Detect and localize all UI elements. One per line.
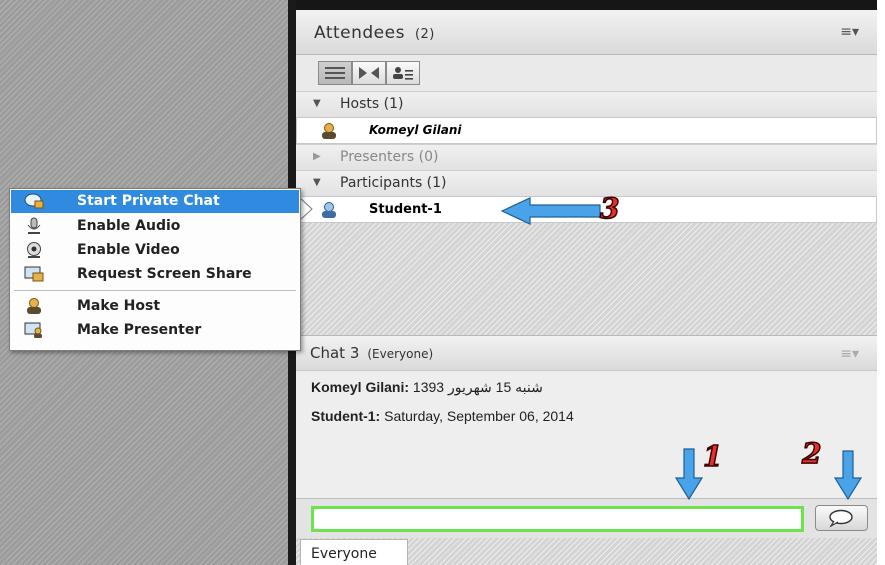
chat-message-text: شنبه 15 شهریور 1393 bbox=[412, 379, 543, 395]
menu-item-request-screen-share[interactable]: Request Screen Share bbox=[11, 263, 299, 286]
annotation-number-3: 3 bbox=[599, 191, 620, 226]
chat-message-area: Komeyl Gilani: شنبه 15 شهریور 1393 Stude… bbox=[296, 371, 877, 498]
menu-item-label: Enable Audio bbox=[77, 218, 181, 234]
chat-message: Student-1: Saturday, September 06, 2014 bbox=[311, 408, 574, 424]
microphone-icon bbox=[27, 217, 41, 234]
chat-message-sender: Student-1: bbox=[311, 408, 381, 424]
left-arrow-icon bbox=[500, 197, 601, 225]
screen-share-icon bbox=[24, 266, 44, 282]
tab-everyone[interactable]: Everyone bbox=[300, 539, 408, 565]
expanded-triangle-icon: ▼ bbox=[313, 177, 321, 188]
send-message-button[interactable] bbox=[815, 505, 868, 531]
annotation-number-1: 1 bbox=[702, 439, 723, 474]
menu-item-make-host[interactable]: Make Host bbox=[11, 295, 299, 318]
attendee-options-button[interactable] bbox=[386, 61, 420, 85]
menu-item-label: Make Presenter bbox=[77, 322, 202, 338]
hosts-group-row[interactable]: ▼ Hosts (1) bbox=[296, 91, 877, 117]
annotation-number-2: 2 bbox=[801, 436, 822, 471]
list-view-icon bbox=[325, 67, 345, 79]
status-view-button[interactable] bbox=[352, 61, 386, 85]
menu-item-label: Enable Video bbox=[77, 242, 180, 258]
list-view-button[interactable] bbox=[318, 61, 352, 85]
menu-item-enable-audio[interactable]: Enable Audio bbox=[11, 215, 299, 238]
menu-separator bbox=[14, 290, 296, 291]
participant-icon bbox=[322, 202, 336, 218]
collapsed-triangle-icon: ▶ bbox=[313, 151, 321, 162]
pod-options-menu-icon[interactable]: ≡▾ bbox=[840, 24, 859, 40]
chat-message: Komeyl Gilani: شنبه 15 شهریور 1393 bbox=[311, 379, 543, 396]
top-border bbox=[296, 0, 877, 10]
presenters-group-row[interactable]: ▶ Presenters (0) bbox=[296, 144, 877, 170]
menu-item-enable-video[interactable]: Enable Video bbox=[11, 239, 299, 262]
menu-item-label: Start Private Chat bbox=[77, 193, 220, 209]
participants-group-label: Participants (1) bbox=[340, 175, 447, 191]
attendees-toolbar bbox=[296, 55, 877, 91]
attendees-empty-area bbox=[296, 223, 877, 335]
page-margin bbox=[877, 0, 885, 565]
attendees-title-text: Attendees bbox=[314, 23, 405, 43]
down-arrow-icon bbox=[675, 448, 703, 500]
menu-item-label: Request Screen Share bbox=[77, 266, 252, 282]
presenters-group-label: Presenters (0) bbox=[340, 149, 439, 165]
attendees-count: (2) bbox=[414, 27, 435, 42]
attendees-title: Attendees (2) bbox=[314, 23, 435, 43]
chat-message-input[interactable] bbox=[311, 506, 804, 532]
speech-bubble-icon bbox=[829, 509, 853, 528]
chat-title-text: Chat 3 bbox=[310, 344, 360, 362]
hosts-group-label: Hosts (1) bbox=[340, 96, 404, 112]
chat-options-menu-icon[interactable]: ≡▾ bbox=[840, 346, 859, 362]
host-icon bbox=[27, 298, 41, 314]
menu-item-label: Make Host bbox=[77, 298, 161, 314]
down-arrow-icon bbox=[834, 450, 862, 500]
chat-title: Chat 3 (Everyone) bbox=[310, 344, 433, 362]
chat-pod-header: Chat 3 (Everyone) ≡▾ bbox=[296, 335, 877, 371]
presenter-icon bbox=[24, 322, 42, 338]
private-chat-icon bbox=[24, 193, 44, 209]
participants-group-row[interactable]: ▼ Participants (1) bbox=[296, 170, 877, 196]
host-name: Komeyl Gilani bbox=[369, 123, 462, 137]
attendee-context-menu: Start Private Chat Enable Audio Enable V… bbox=[9, 188, 301, 351]
expanded-triangle-icon: ▼ bbox=[313, 98, 321, 109]
attendees-pod-header: Attendees (2) ≡▾ bbox=[296, 10, 877, 55]
menu-item-start-private-chat[interactable]: Start Private Chat bbox=[11, 190, 299, 213]
chat-message-sender: Komeyl Gilani: bbox=[311, 379, 410, 395]
chat-message-text: Saturday, September 06, 2014 bbox=[384, 408, 574, 424]
webcam-icon bbox=[27, 242, 41, 258]
chat-audience: (Everyone) bbox=[367, 347, 434, 361]
menu-item-make-presenter[interactable]: Make Presenter bbox=[11, 319, 299, 342]
participant-name: Student-1 bbox=[369, 202, 442, 217]
status-view-icon bbox=[359, 67, 379, 79]
host-attendee-row[interactable]: Komeyl Gilani bbox=[296, 117, 877, 144]
person-list-icon bbox=[393, 67, 413, 80]
chat-input-bar bbox=[296, 498, 877, 538]
chat-tab-bar: Everyone bbox=[296, 538, 877, 565]
host-icon bbox=[322, 123, 336, 139]
